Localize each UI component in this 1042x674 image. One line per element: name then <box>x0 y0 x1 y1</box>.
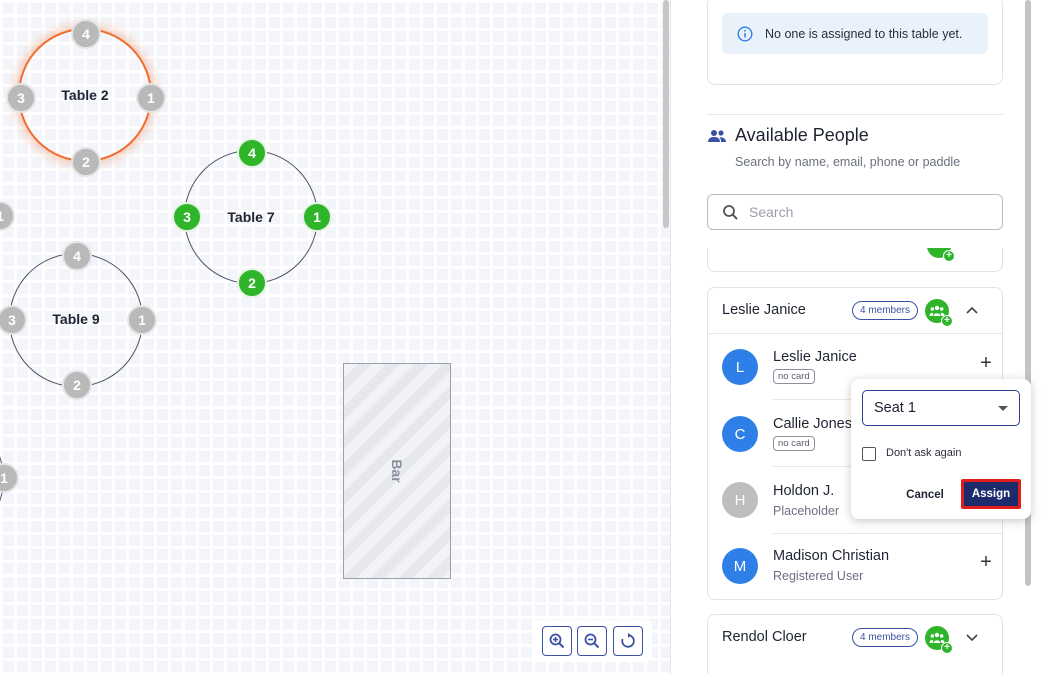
table-9-seat-2[interactable]: 2 <box>62 370 92 400</box>
table-2-seat-4[interactable]: 4 <box>71 19 101 49</box>
row-divider <box>773 533 1002 534</box>
table-7-seat-1[interactable]: 1 <box>302 202 332 232</box>
table-7-seat-3[interactable]: 3 <box>172 202 202 232</box>
assign-group-button[interactable]: + <box>925 299 953 327</box>
add-person-button[interactable]: + <box>978 552 994 572</box>
person-name: Holdon J. <box>773 483 835 499</box>
bar-area[interactable]: Bar <box>343 363 451 579</box>
cancel-button[interactable]: Cancel <box>896 485 954 505</box>
chevron-up-icon[interactable] <box>965 305 979 315</box>
group-name: Rendol Cloer <box>722 629 807 645</box>
reset-view-icon <box>620 632 635 648</box>
table-2-label: Table 2 <box>61 87 109 103</box>
add-icon: + <box>941 315 953 327</box>
available-people-title: Available People <box>735 125 869 145</box>
add-icon: + <box>941 642 953 654</box>
section-divider <box>707 114 1003 115</box>
no-assignment-text: No one is assigned to this table yet. <box>765 26 963 41</box>
group-name: Leslie Janice <box>722 302 806 318</box>
avatar: H <box>722 482 758 518</box>
search-box <box>707 194 1003 230</box>
no-card-chip: no card <box>773 436 815 451</box>
table-7-seat-4[interactable]: 4 <box>237 138 267 168</box>
person-name: Madison Christian <box>773 548 890 564</box>
zoom-controls <box>532 620 652 662</box>
assign-button[interactable]: Assign <box>961 479 1021 509</box>
add-person-button[interactable]: + <box>978 353 994 373</box>
table-2-seat-3[interactable]: 3 <box>6 83 36 113</box>
info-icon <box>737 25 753 42</box>
floor-plan-canvas[interactable]: Table 2 4 1 2 3 Table 7 4 1 2 3 Table 9 … <box>0 0 670 674</box>
offscreen-table-seat-b[interactable]: 1 <box>0 463 19 493</box>
avatar: C <box>722 416 758 452</box>
canvas-scrollbar[interactable] <box>663 0 669 228</box>
seat-select[interactable]: Seat 1 <box>862 390 1020 426</box>
offscreen-table-seat[interactable]: 1 <box>0 201 15 231</box>
app-root: Table 2 4 1 2 3 Table 7 4 1 2 3 Table 9 … <box>0 0 1042 674</box>
caret-down-icon <box>998 406 1008 411</box>
zoom-out-icon <box>584 633 600 649</box>
available-people-subtitle: Search by name, email, phone or paddle <box>735 155 961 169</box>
person-name: Callie Jones <box>773 416 852 432</box>
person-type: Registered User <box>773 569 864 583</box>
members-badge: 4 members <box>852 301 919 320</box>
table-2-seat-1[interactable]: 1 <box>136 83 166 113</box>
table-9-seat-1[interactable]: 1 <box>127 305 157 335</box>
table-9-label: Table 9 <box>52 311 100 327</box>
seat-select-value: Seat 1 <box>874 400 916 416</box>
previous-group-card[interactable]: + <box>707 248 1003 272</box>
group-header-divider <box>707 333 1003 334</box>
zoom-in-icon <box>549 633 564 649</box>
person-type: Placeholder <box>773 504 840 518</box>
avatar: L <box>722 349 758 385</box>
no-assignment-info: No one is assigned to this table yet. <box>722 13 988 54</box>
assign-group-button[interactable]: + <box>925 626 953 654</box>
dont-ask-again-label: Don't ask again <box>886 447 962 459</box>
zoom-out-button[interactable] <box>577 626 607 656</box>
table-7-seat-2[interactable]: 2 <box>237 268 267 298</box>
people-icon <box>708 130 726 142</box>
previous-group-icon: + <box>927 248 955 262</box>
dont-ask-again-checkbox[interactable] <box>862 447 876 461</box>
table-2-seat-2[interactable]: 2 <box>71 147 101 177</box>
table-7-label: Table 7 <box>227 209 275 225</box>
person-name: Leslie Janice <box>773 349 857 365</box>
avatar: M <box>722 548 758 584</box>
reset-view-button[interactable] <box>612 626 643 656</box>
zoom-in-button[interactable] <box>541 626 572 656</box>
search-icon <box>723 204 738 220</box>
no-card-chip: no card <box>773 369 815 384</box>
bar-label: Bar <box>389 459 405 483</box>
search-input[interactable] <box>749 204 979 220</box>
table-9-seat-4[interactable]: 4 <box>62 241 92 271</box>
chevron-down-icon[interactable] <box>965 633 979 643</box>
members-badge: 4 members <box>852 628 919 647</box>
